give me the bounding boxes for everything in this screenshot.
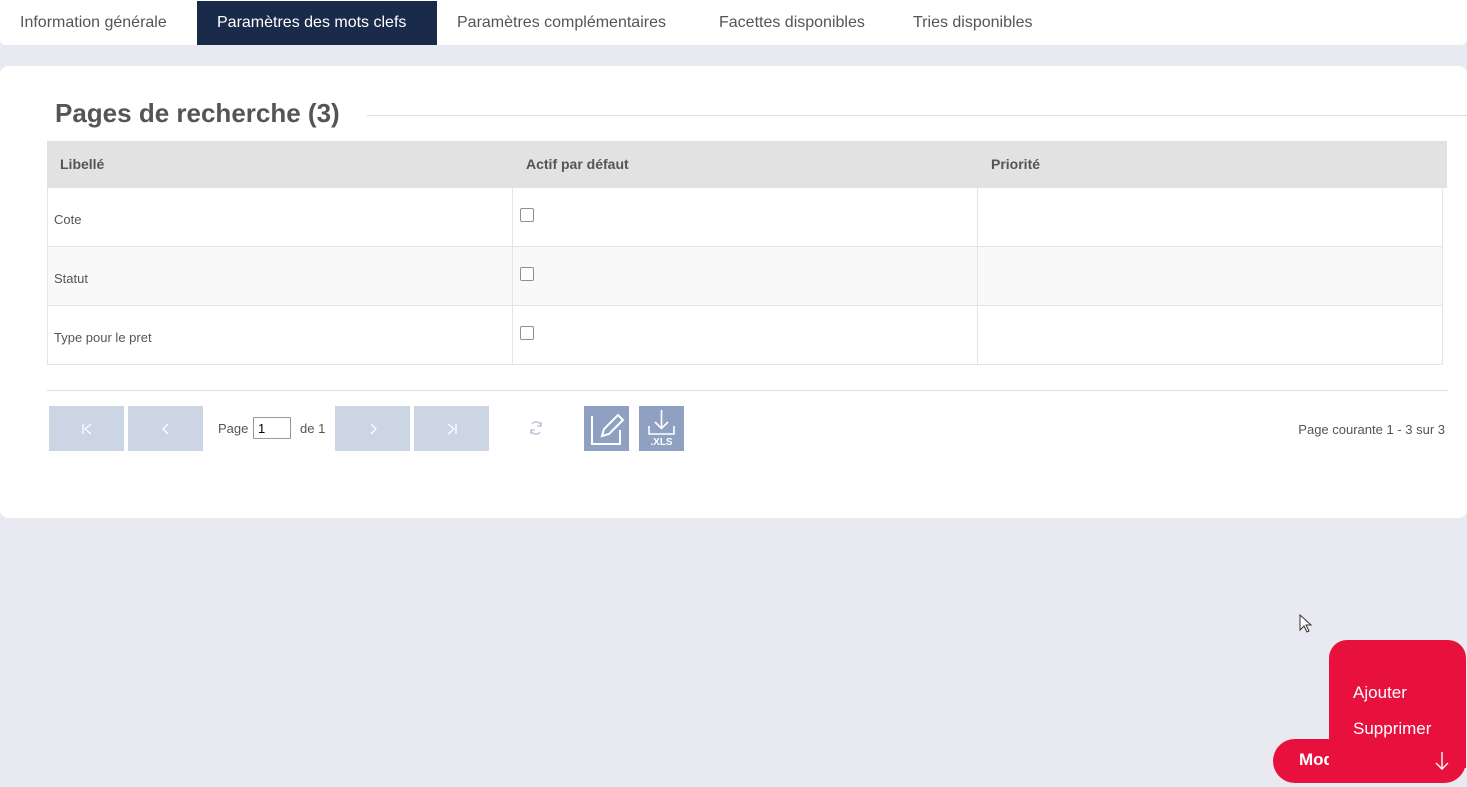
active-checkbox[interactable] <box>520 326 534 340</box>
column-divider <box>512 188 513 246</box>
modify-button-label: Modifier <box>1299 750 1329 769</box>
mouse-cursor-icon <box>1299 614 1313 633</box>
page-label: Page <box>218 421 249 436</box>
tab-bar: Information générale Paramètres des mots… <box>0 0 1467 45</box>
delete-menu-item[interactable]: Supprimer <box>1353 719 1431 739</box>
table-row[interactable]: Type pour le pret <box>47 306 1443 365</box>
tab-parametres-mots-clefs[interactable]: Paramètres des mots clefs <box>197 1 437 45</box>
tab-information-generale[interactable]: Information générale <box>0 1 187 45</box>
section-title: Pages de recherche (3) <box>55 98 340 128</box>
chevron-right-icon <box>370 423 377 435</box>
row-label: Statut <box>54 271 88 286</box>
table-row[interactable]: Cote <box>47 188 1443 247</box>
search-pages-card: Pages de recherche (3) Libellé Actif par… <box>0 66 1467 518</box>
column-divider <box>512 247 513 305</box>
last-page-icon <box>447 423 457 435</box>
last-page-button[interactable] <box>414 406 489 451</box>
first-page-icon <box>81 423 91 435</box>
page-count-label: de 1 <box>300 421 326 436</box>
column-divider <box>512 306 513 364</box>
next-page-button[interactable] <box>335 406 410 451</box>
refresh-icon[interactable] <box>527 419 545 437</box>
table-header: Libellé Actif par défaut Priorité <box>47 141 1447 188</box>
download-xls-icon: .XLS <box>648 410 675 448</box>
pager-divider <box>47 390 1448 391</box>
table-row[interactable]: Statut <box>47 247 1443 306</box>
add-menu-item[interactable]: Ajouter <box>1353 683 1407 703</box>
title-divider <box>367 115 1467 116</box>
column-divider <box>977 188 978 246</box>
row-label: Type pour le pret <box>54 330 152 345</box>
tab-facettes-disponibles[interactable]: Facettes disponibles <box>699 1 885 45</box>
edit-icon <box>591 413 625 445</box>
tab-parametres-complementaires[interactable]: Paramètres complémentaires <box>437 1 686 45</box>
page-number-input[interactable] <box>253 417 291 439</box>
column-header-libelle[interactable]: Libellé <box>60 141 104 188</box>
page-status: Page courante 1 - 3 sur 3 <box>1298 422 1445 437</box>
modify-button[interactable]: Modifier <box>1273 739 1466 783</box>
active-checkbox[interactable] <box>520 208 534 222</box>
first-page-button[interactable] <box>49 406 124 451</box>
edit-button[interactable] <box>584 406 629 451</box>
column-divider <box>977 306 978 364</box>
arrow-down-icon <box>1435 752 1449 770</box>
tab-tries-disponibles[interactable]: Tries disponibles <box>893 1 1052 45</box>
column-header-actif[interactable]: Actif par défaut <box>526 141 629 188</box>
search-pages-table: Libellé Actif par défaut Priorité Cote S… <box>47 141 1447 365</box>
column-divider <box>977 247 978 305</box>
column-header-priorite[interactable]: Priorité <box>991 141 1040 188</box>
previous-page-button[interactable] <box>128 406 203 451</box>
xls-label: .XLS <box>650 437 673 448</box>
chevron-left-icon <box>161 423 168 435</box>
row-label: Cote <box>54 212 82 227</box>
active-checkbox[interactable] <box>520 267 534 281</box>
export-xls-button[interactable]: .XLS <box>639 406 684 451</box>
